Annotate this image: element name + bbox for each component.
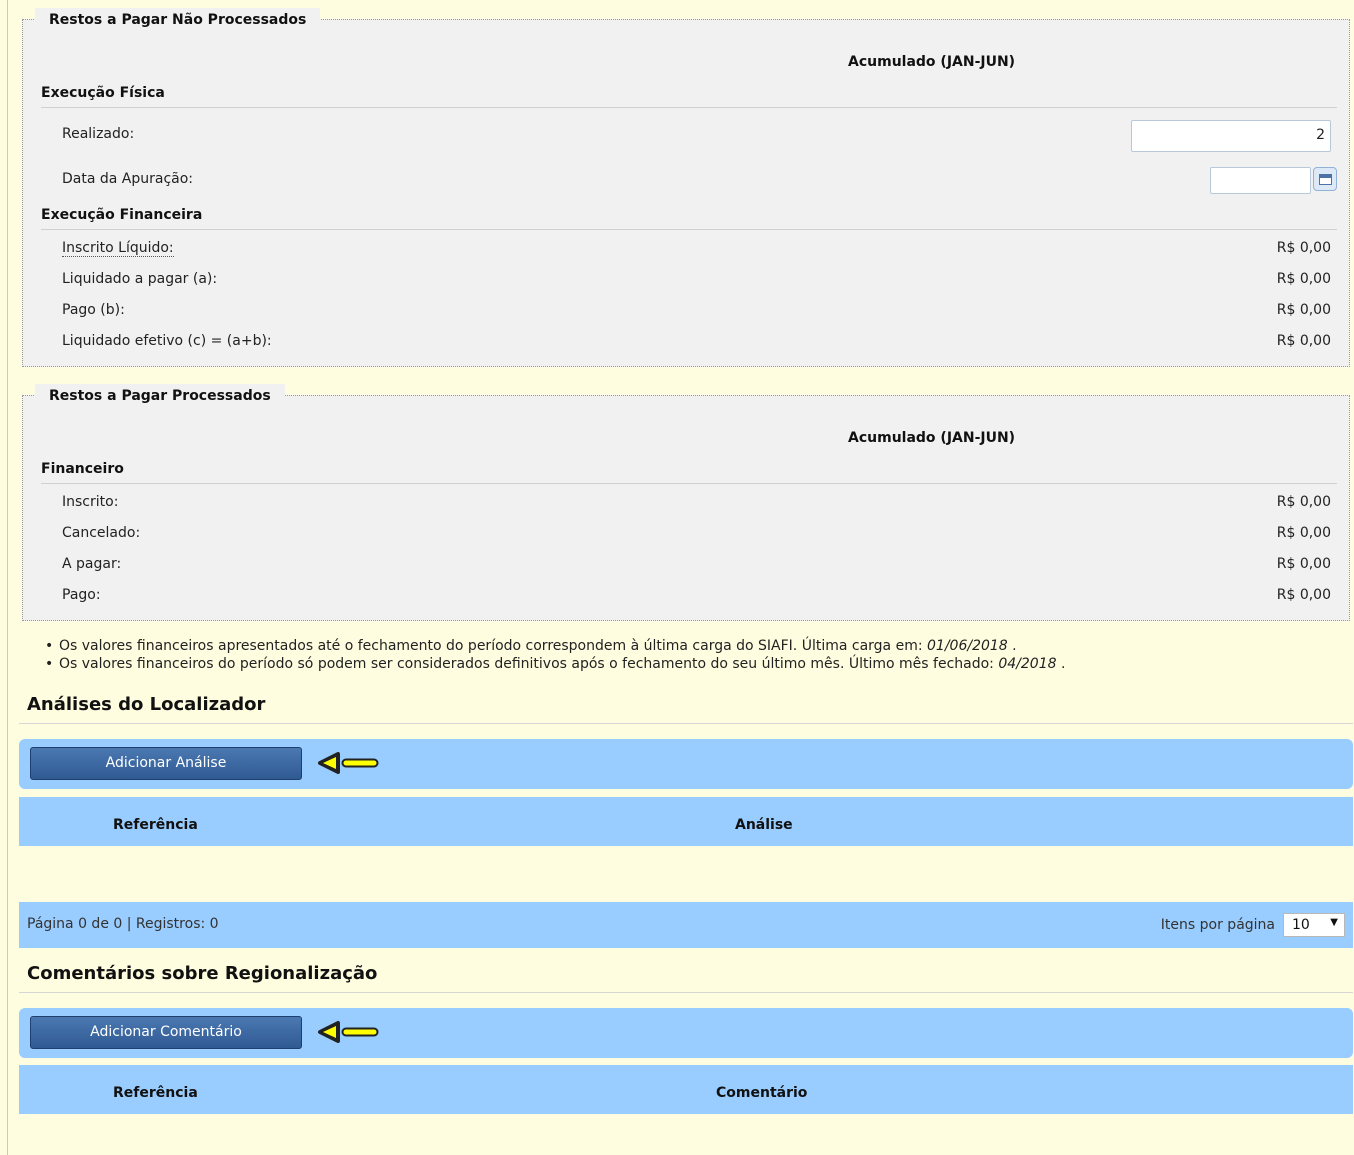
add-comentario-button[interactable]: Adicionar Comentário — [30, 1016, 302, 1049]
liquidado-efetivo-row: Liquidado efetivo (c) = (a+b): R$ 0,00 — [41, 333, 1331, 355]
realizado-label: Realizado: — [62, 126, 135, 142]
inscrito-row: Inscrito: R$ 0,00 — [41, 494, 1331, 516]
note-item: Os valores financeiros do período só pod… — [45, 655, 1066, 673]
a-pagar-label: A pagar: — [62, 556, 122, 572]
col-referencia: Referência — [113, 1085, 198, 1101]
add-analise-button[interactable]: Adicionar Análise — [30, 747, 302, 780]
liquidado-a-pagar-row: Liquidado a pagar (a): R$ 0,00 — [41, 271, 1331, 293]
acumulado-header-2: Acumulado (JAN-JUN) — [848, 430, 1016, 446]
analises-title: Análises do Localizador — [27, 694, 266, 715]
pago-b-value: R$ 0,00 — [1276, 302, 1331, 318]
notes-list: Os valores financeiros apresentados até … — [45, 637, 1066, 673]
inscrito-label: Inscrito: — [62, 494, 119, 510]
acumulado-header: Acumulado (JAN-JUN) — [848, 54, 1016, 70]
execucao-fisica-heading: Execução Física — [41, 85, 1337, 108]
left-border — [7, 0, 8, 1155]
pago-label: Pago: — [62, 587, 101, 603]
liquidado-efetivo-label: Liquidado efetivo (c) = (a+b): — [62, 333, 272, 349]
inscrito-liquido-row: Inscrito Líquido: R$ 0,00 — [41, 240, 1331, 262]
liquidado-efetivo-value: R$ 0,00 — [1276, 333, 1331, 349]
caret-down-icon: ▼ — [1330, 917, 1338, 928]
per-page-value: 10 — [1292, 917, 1310, 933]
cancelado-value: R$ 0,00 — [1276, 525, 1331, 541]
liquidado-a-pagar-label: Liquidado a pagar (a): — [62, 271, 218, 287]
analises-pager: Página 0 de 0 | Registros: 0 Itens por p… — [19, 902, 1353, 948]
analises-toolbar: Adicionar Análise — [19, 739, 1353, 789]
note-end: . — [1007, 638, 1017, 654]
realizado-input[interactable]: 2 — [1131, 120, 1331, 152]
calendar-button[interactable] — [1313, 167, 1337, 191]
data-apuracao-row: Data da Apuração: — [41, 171, 1331, 193]
col-analise: Análise — [735, 817, 793, 833]
a-pagar-row: A pagar: R$ 0,00 — [41, 556, 1331, 578]
cancelado-label: Cancelado: — [62, 525, 141, 541]
note-end: . — [1056, 656, 1066, 672]
pager-info: Página 0 de 0 | Registros: 0 — [27, 916, 219, 932]
analises-divider — [19, 723, 1353, 724]
per-page-select[interactable]: 10 ▼ — [1283, 913, 1345, 937]
arrow-left-icon — [318, 752, 379, 774]
col-comentario: Comentário — [716, 1085, 808, 1101]
execucao-financeira-heading: Execução Financeira — [41, 207, 1337, 230]
inscrito-liquido-label: Inscrito Líquido: — [62, 240, 174, 257]
rp-nao-processados-panel: Restos a Pagar Não Processados Acumulado… — [22, 8, 1350, 367]
note-text: Os valores financeiros apresentados até … — [59, 638, 928, 654]
data-apuracao-input[interactable] — [1210, 167, 1311, 194]
rp-processados-legend: Restos a Pagar Processados — [35, 384, 285, 408]
col-referencia: Referência — [113, 817, 198, 833]
comentarios-divider — [19, 992, 1353, 993]
cancelado-row: Cancelado: R$ 0,00 — [41, 525, 1331, 547]
note-date: 01/06/2018 — [927, 638, 1008, 654]
arrow-left-icon — [318, 1021, 379, 1043]
inscrito-value: R$ 0,00 — [1276, 494, 1331, 510]
note-item: Os valores financeiros apresentados até … — [45, 637, 1065, 655]
per-page-label: Itens por página — [1160, 917, 1275, 933]
pago-b-label: Pago (b): — [62, 302, 125, 318]
inscrito-liquido-value: R$ 0,00 — [1276, 240, 1331, 256]
rp-processados-panel: Restos a Pagar Processados Acumulado (JA… — [22, 384, 1350, 621]
note-date: 04/2018 — [998, 656, 1057, 672]
data-apuracao-label: Data da Apuração: — [62, 171, 194, 187]
comentarios-toolbar: Adicionar Comentário — [19, 1008, 1353, 1058]
financeiro-heading: Financeiro — [41, 461, 1337, 484]
comentarios-title: Comentários sobre Regionalização — [27, 963, 378, 984]
rp-nao-processados-legend: Restos a Pagar Não Processados — [35, 8, 321, 32]
pago-b-row: Pago (b): R$ 0,00 — [41, 302, 1331, 324]
pago-row: Pago: R$ 0,00 — [41, 587, 1331, 609]
liquidado-a-pagar-value: R$ 0,00 — [1276, 271, 1331, 287]
a-pagar-value: R$ 0,00 — [1276, 556, 1331, 572]
comentarios-table-header: Referência Comentário — [19, 1065, 1353, 1114]
pago-value: R$ 0,00 — [1276, 587, 1331, 603]
analises-table-header: Referência Análise — [19, 797, 1353, 846]
note-text: Os valores financeiros do período só pod… — [59, 656, 999, 672]
